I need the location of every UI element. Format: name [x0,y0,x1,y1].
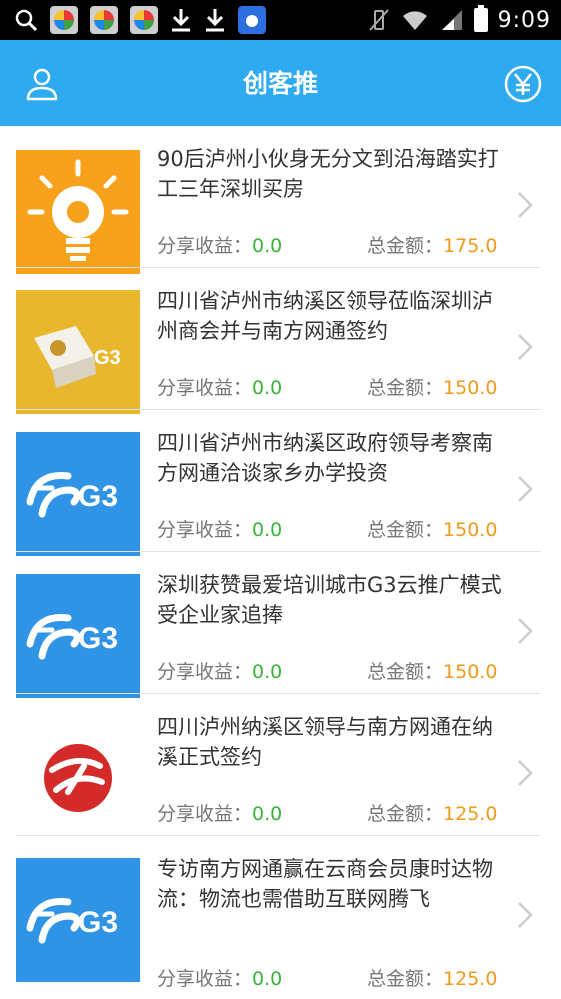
total-amount: 总金额：125.0 [367,964,497,991]
g3-box-icon: G3 [34,326,121,388]
app-notification-icon [50,6,78,34]
total-label: 总金额： [367,968,444,990]
red-logo [44,744,112,812]
bulb-icon [27,159,129,261]
article-thumbnail: G3 [16,858,140,982]
share-earnings: 分享收益：0.0 [157,373,282,400]
list-item[interactable]: G3 四川省泸州市纳溪区领导莅临深圳泸州商会并与南方网通签约 分享收益：0.0 … [0,268,561,414]
g3-logo: G3 [26,614,118,660]
total-label: 总金额： [367,519,444,541]
share-label: 分享收益： [157,661,253,683]
share-earnings: 分享收益：0.0 [157,515,282,542]
svg-text:G3: G3 [78,622,118,655]
vibrate-icon [368,9,389,31]
article-thumbnail [16,150,140,274]
share-label: 分享收益： [157,968,253,990]
article-thumbnail: G3 [16,290,140,414]
chevron-right-icon [518,760,533,786]
status-bar: 9:09 [0,0,561,40]
app-notification-icon [130,6,158,34]
chevron-right-icon [518,334,533,360]
share-earnings: 分享收益：0.0 [157,964,282,991]
app-header: 创客推 [0,40,561,126]
page-title: 创客推 [242,69,318,98]
share-value: 0.0 [252,968,283,990]
article-thumbnail: G3 [16,432,140,556]
article-thumbnail: G3 [16,574,140,698]
list-item[interactable]: 90后泸州小伙身无分文到沿海踏实打工三年深圳买房 分享收益：0.0 总金额：17… [0,126,561,274]
total-value: 125.0 [443,968,498,990]
total-label: 总金额： [367,803,444,825]
list-item[interactable]: G3 深圳获赞最爱培训城市G3云推广模式受企业家追捧 分享收益：0.0 总金额：… [0,552,561,698]
share-label: 分享收益： [157,235,253,257]
chevron-right-icon [518,902,533,928]
svg-text:G3: G3 [78,480,118,513]
total-label: 总金额： [367,661,444,683]
share-earnings: 分享收益：0.0 [157,657,282,684]
total-amount: 总金额：175.0 [367,231,497,258]
total-value: 150.0 [443,519,498,541]
share-earnings: 分享收益：0.0 [157,799,282,826]
status-time: 9:09 [497,7,551,33]
total-label: 总金额： [367,377,444,399]
wifi-icon [402,11,427,30]
total-amount: 总金额：125.0 [367,799,497,826]
total-value: 175.0 [443,235,498,257]
article-title: 四川泸州纳溪区领导与南方网通在纳溪正式签约 [157,715,493,769]
article-title: 深圳获赞最爱培训城市G3云推广模式受企业家追捧 [157,573,502,627]
article-title: 90后泸州小伙身无分文到沿海踏实打工三年深圳买房 [157,147,499,201]
signal-icon [441,10,462,30]
total-value: 125.0 [443,803,498,825]
list-item[interactable]: G3 四川省泸州市纳溪区政府领导考察南方网通洽谈家乡办学投资 分享收益：0.0 … [0,410,561,556]
share-label: 分享收益： [157,803,253,825]
share-label: 分享收益： [157,377,253,399]
article-title: 专访南方网通赢在云商会员康时达物流：物流也需借助互联网腾飞 [157,857,493,911]
total-label: 总金额： [367,235,444,257]
total-amount: 总金额：150.0 [367,515,497,542]
share-value: 0.0 [252,803,283,825]
download-icon [172,9,190,32]
article-title: 四川省泸州市纳溪区领导莅临深圳泸州商会并与南方网通签约 [157,289,493,343]
total-value: 150.0 [443,377,498,399]
download-icon [206,9,224,32]
total-amount: 总金额：150.0 [367,657,497,684]
app-notification-icon [90,6,118,34]
chevron-right-icon [518,476,533,502]
g3-logo: G3 [26,472,118,518]
share-earnings: 分享收益：0.0 [157,231,282,258]
list-item[interactable]: 四川泸州纳溪区领导与南方网通在纳溪正式签约 分享收益：0.0 总金额：125.0 [0,694,561,840]
share-value: 0.0 [252,661,283,683]
article-title: 四川省泸州市纳溪区政府领导考察南方网通洽谈家乡办学投资 [157,431,493,485]
yuan-wallet-icon[interactable] [503,64,543,104]
svg-text:G3: G3 [94,347,121,369]
share-value: 0.0 [252,377,283,399]
total-value: 150.0 [443,661,498,683]
article-thumbnail [16,716,140,840]
g3-logo: G3 [26,898,118,944]
chevron-right-icon [518,192,533,218]
share-value: 0.0 [252,519,283,541]
share-value: 0.0 [252,235,283,257]
status-left-icons [14,5,266,35]
battery-icon [473,5,488,32]
baidu-app-icon [238,6,266,34]
total-amount: 总金额：150.0 [367,373,497,400]
list-item[interactable]: G3 专访南方网通赢在云商会员康时达物流：物流也需借助互联网腾飞 分享收益：0.… [0,836,561,999]
share-label: 分享收益： [157,519,253,541]
status-right-icons: 9:09 [368,5,551,35]
svg-text:G3: G3 [78,906,118,939]
search-icon [15,9,38,32]
chevron-right-icon [518,618,533,644]
